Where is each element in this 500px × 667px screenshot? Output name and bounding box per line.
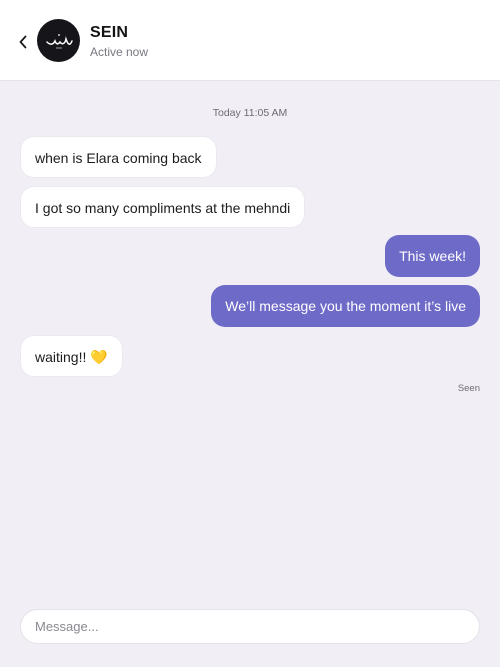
chevron-left-icon bbox=[19, 35, 27, 49]
read-receipt: Seen bbox=[457, 383, 480, 394]
message-bubble-incoming: when is Elara coming back bbox=[20, 136, 217, 178]
chat-header: SEIN Active now bbox=[0, 0, 500, 81]
message-timestamp: Today 11:05 AM bbox=[212, 107, 288, 119]
brand-logo bbox=[45, 33, 73, 48]
message-bubble-outgoing: This week! bbox=[385, 235, 480, 277]
back-button[interactable] bbox=[14, 31, 32, 53]
contact-name: SEIN bbox=[90, 24, 129, 41]
contact-status: Active now bbox=[90, 45, 149, 59]
message-bubble-incoming: waiting!! 💛 bbox=[20, 335, 123, 377]
message-bubble-outgoing: We’ll message you the moment it’s live bbox=[211, 285, 480, 327]
avatar[interactable] bbox=[37, 19, 80, 62]
message-bubble-incoming: I got so many compliments at the mehndi bbox=[20, 186, 306, 228]
message-input[interactable] bbox=[20, 609, 480, 644]
